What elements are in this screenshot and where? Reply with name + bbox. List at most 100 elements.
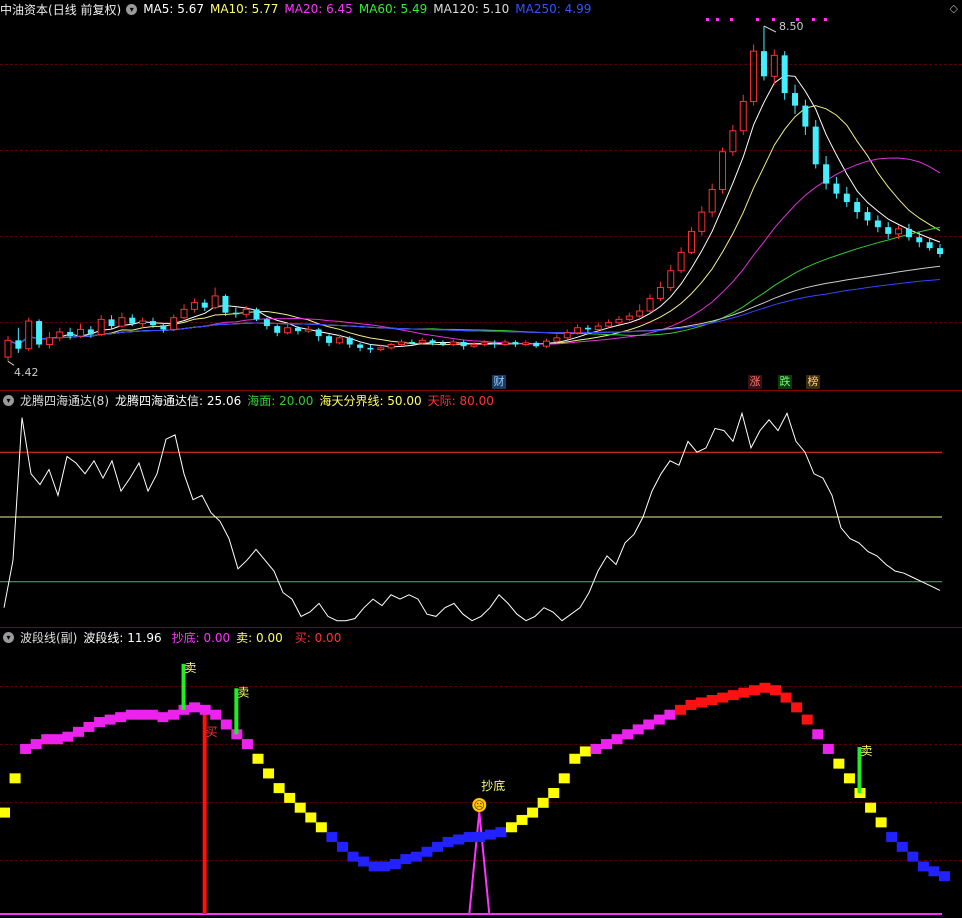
wave-block (843, 773, 855, 784)
candle-body (760, 51, 767, 77)
candle-body (263, 319, 270, 327)
candle-body (739, 100, 747, 132)
wave-panel[interactable]: 买 ☹ 抄底卖卖卖 ▾ 波段线(副) 波段线: 11.96 抄底: 0.00 卖: … (0, 628, 962, 918)
wave-block (505, 822, 517, 833)
candle-body (750, 50, 758, 102)
boundary-label: 海天分界线: 50.00 (319, 393, 422, 408)
candle-body (201, 302, 208, 308)
wave-block (759, 682, 771, 693)
wave-block (284, 792, 296, 803)
candle-body (687, 230, 695, 253)
chaodi-value: 抄底: 0.00 (171, 630, 231, 645)
wave-block (51, 734, 63, 745)
candle-body (636, 310, 644, 317)
chevron-down-icon[interactable]: ▾ (126, 3, 138, 15)
wave-block (601, 739, 613, 750)
candle-body (129, 317, 136, 324)
ma10-label: MA10: 5.77 (209, 2, 279, 16)
price-panel[interactable]: 中油资本 (日线 前复权) ▾ MA5: 5.67 MA10: 5.77 MA2… (0, 0, 962, 390)
candle-body (698, 211, 706, 232)
diamond-icon[interactable]: ◇ (950, 2, 958, 15)
wave-block (632, 724, 644, 735)
wave-block (432, 841, 444, 852)
wave-block (368, 861, 380, 872)
chevron-down-icon[interactable]: ▾ (3, 631, 14, 643)
wave-chart[interactable]: 买☹抄底卖卖卖 (0, 628, 962, 918)
chevron-down-icon[interactable]: ▾ (3, 394, 14, 406)
candle-body (326, 336, 333, 343)
wave-block (801, 714, 813, 725)
wave-block (907, 851, 919, 862)
wave-block (812, 729, 824, 740)
candle-body (781, 55, 788, 94)
wave-block (199, 704, 211, 715)
candle-body (439, 342, 446, 345)
candle-body (294, 327, 301, 332)
candle-body (284, 327, 292, 334)
ma250-label: MA250: 4.99 (515, 2, 592, 16)
candle-body (823, 164, 830, 184)
wave-block (389, 858, 401, 869)
event-badge-die[interactable]: 跌 (778, 375, 792, 389)
candle-body (574, 327, 582, 334)
candle-body (854, 202, 861, 213)
candle-body (190, 302, 198, 310)
ma5-line (7, 74, 941, 348)
sell-label: 卖 (861, 744, 873, 758)
period-label: (日线 前复权) (48, 2, 122, 17)
candle-body (926, 242, 933, 249)
wave-block (241, 739, 253, 750)
signal-dot (756, 18, 759, 21)
candle-body (719, 151, 727, 190)
wave-block (294, 802, 306, 813)
candle-body (480, 342, 488, 346)
wave-block (917, 861, 929, 872)
buy-label: 买 (206, 725, 218, 739)
candle-body (36, 321, 43, 345)
candle-body (4, 339, 12, 358)
wave-block (210, 709, 222, 720)
candle-body (522, 342, 530, 346)
wave-block (558, 773, 570, 784)
event-badge-cai[interactable]: 财 (492, 375, 506, 389)
oscillator-header: ▾ 龙腾四海通达(8) 龙腾四海通达信: 25.06 海面: 20.00 海天分… (0, 391, 500, 409)
wave-block (833, 758, 845, 769)
candle-body (937, 248, 943, 254)
event-badge-zhang[interactable]: 涨 (748, 375, 762, 389)
oscillator-panel[interactable]: ▾ 龙腾四海通达(8) 龙腾四海通达信: 25.06 海面: 20.00 海天分… (0, 391, 962, 627)
wave-block (706, 695, 718, 706)
wave-block (41, 734, 53, 745)
sky-label: 天际: 80.00 (427, 393, 494, 408)
chaodi-spike (468, 811, 491, 915)
wave-block (125, 709, 137, 720)
candle-body (512, 342, 519, 345)
candle-body (315, 329, 322, 337)
oscillator-chart[interactable] (0, 391, 962, 627)
candle-body (367, 347, 374, 350)
ma120-line (7, 265, 941, 346)
candle-body (874, 220, 881, 228)
wave-block (738, 687, 750, 698)
signal-dot (824, 18, 827, 21)
wave-block (548, 788, 560, 799)
price-chart[interactable] (0, 0, 962, 390)
wave-block (136, 709, 148, 720)
wave-value: 波段线: 11.96 (83, 630, 162, 645)
wave-block (252, 753, 264, 764)
candle-body (25, 320, 33, 350)
candle-body (905, 228, 912, 238)
candle-body (274, 326, 281, 333)
wave-block (336, 841, 348, 852)
candle-body (170, 317, 178, 330)
candle-body (429, 340, 436, 343)
wave-block (315, 822, 327, 833)
wave-block (104, 714, 116, 725)
wave-block (9, 773, 21, 784)
candle-body (449, 341, 457, 346)
high-price-label: 8.50 (779, 20, 804, 33)
wave-block (167, 709, 179, 720)
wave-block (886, 832, 898, 843)
event-badge-bang[interactable]: 榜 (806, 375, 820, 389)
wave-block (770, 685, 782, 696)
candle-body (222, 295, 229, 313)
